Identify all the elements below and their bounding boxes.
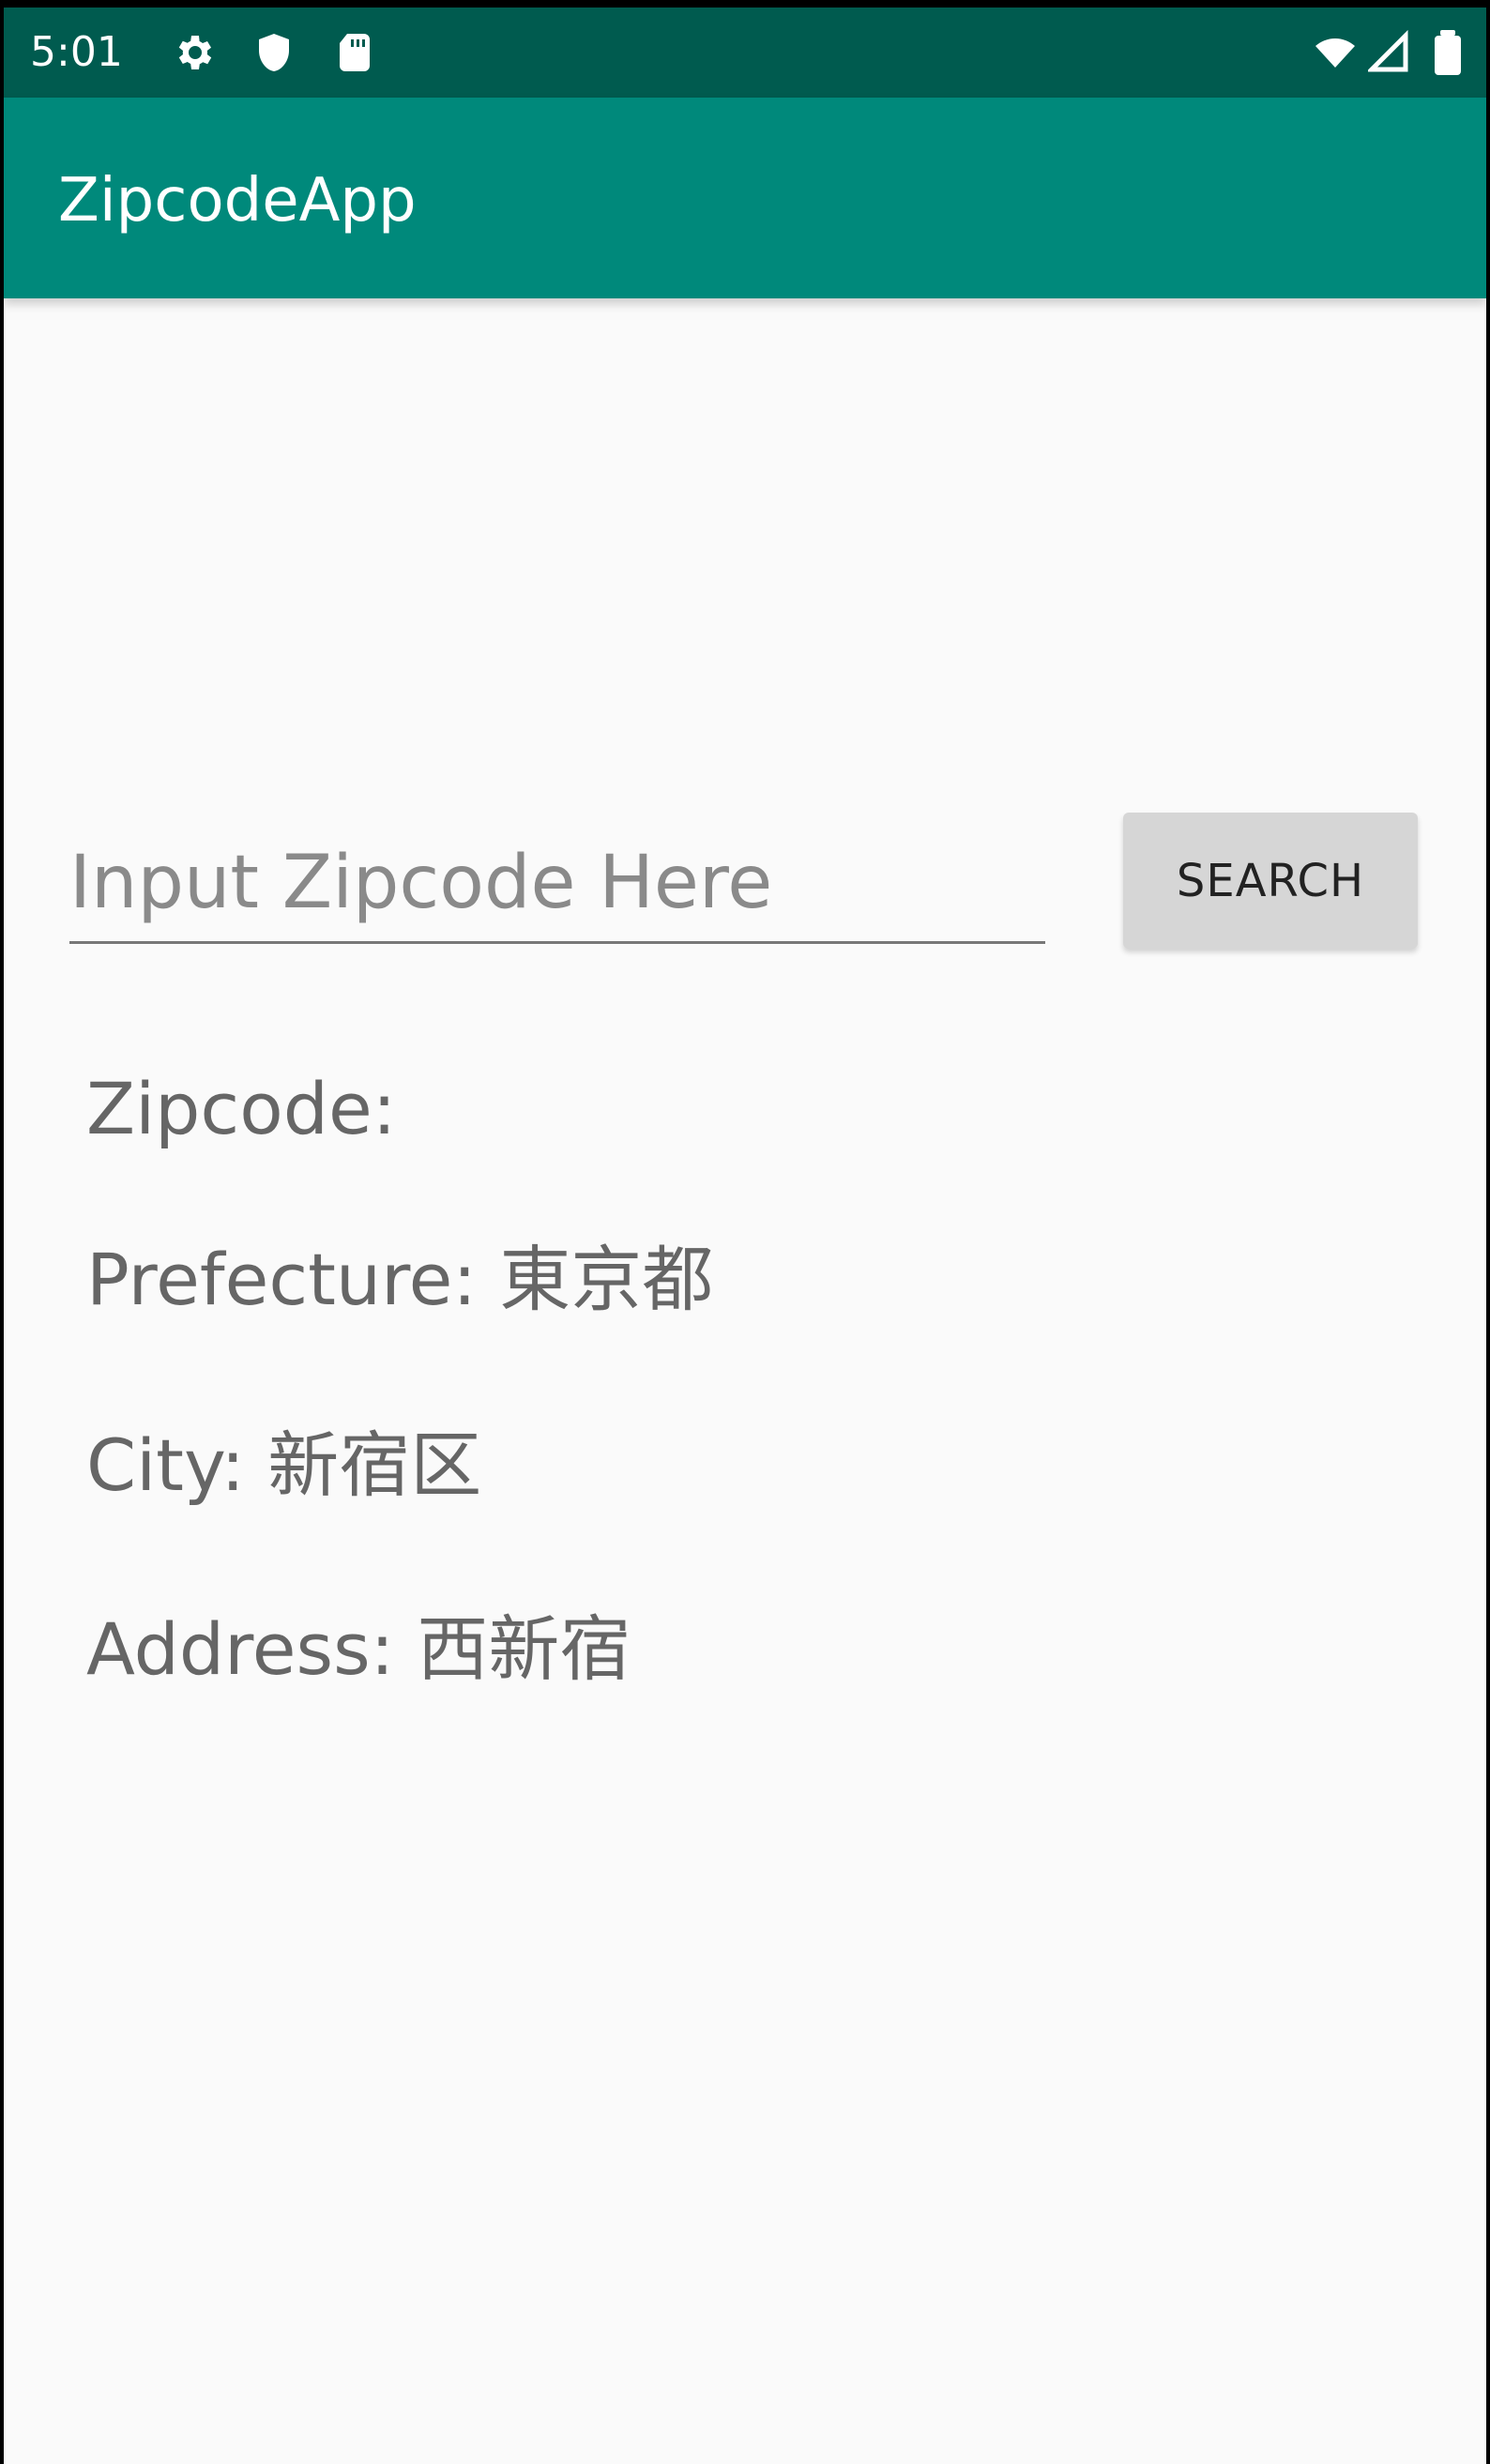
app-title: ZipcodeApp bbox=[58, 166, 417, 236]
battery-icon bbox=[1430, 30, 1466, 75]
screen-frame-right bbox=[1486, 0, 1490, 2464]
shield-icon bbox=[251, 30, 296, 75]
search-button[interactable]: SEARCH bbox=[1123, 813, 1418, 949]
address-result: Address: 西新宿 bbox=[86, 1607, 631, 1691]
status-bar: 5:01 bbox=[4, 8, 1486, 98]
sd-card-icon bbox=[332, 30, 377, 75]
screen-frame-top bbox=[0, 0, 1490, 8]
screen-frame-left bbox=[0, 0, 4, 2464]
app-bar: ZipcodeApp bbox=[4, 98, 1486, 298]
zipcode-input[interactable] bbox=[69, 824, 1045, 944]
city-result: City: 新宿区 bbox=[86, 1423, 482, 1507]
prefecture-result: Prefecture: 東京都 bbox=[86, 1238, 714, 1321]
zipcode-result: Zipcode: bbox=[86, 1067, 397, 1150]
signal-icon bbox=[1368, 30, 1413, 75]
app-screen: 5:01 ZipcodeApp Input Zipcode Here SEARC… bbox=[0, 0, 1490, 2464]
gear-icon bbox=[171, 30, 216, 75]
status-time: 5:01 bbox=[30, 28, 123, 76]
wifi-icon bbox=[1308, 30, 1362, 75]
